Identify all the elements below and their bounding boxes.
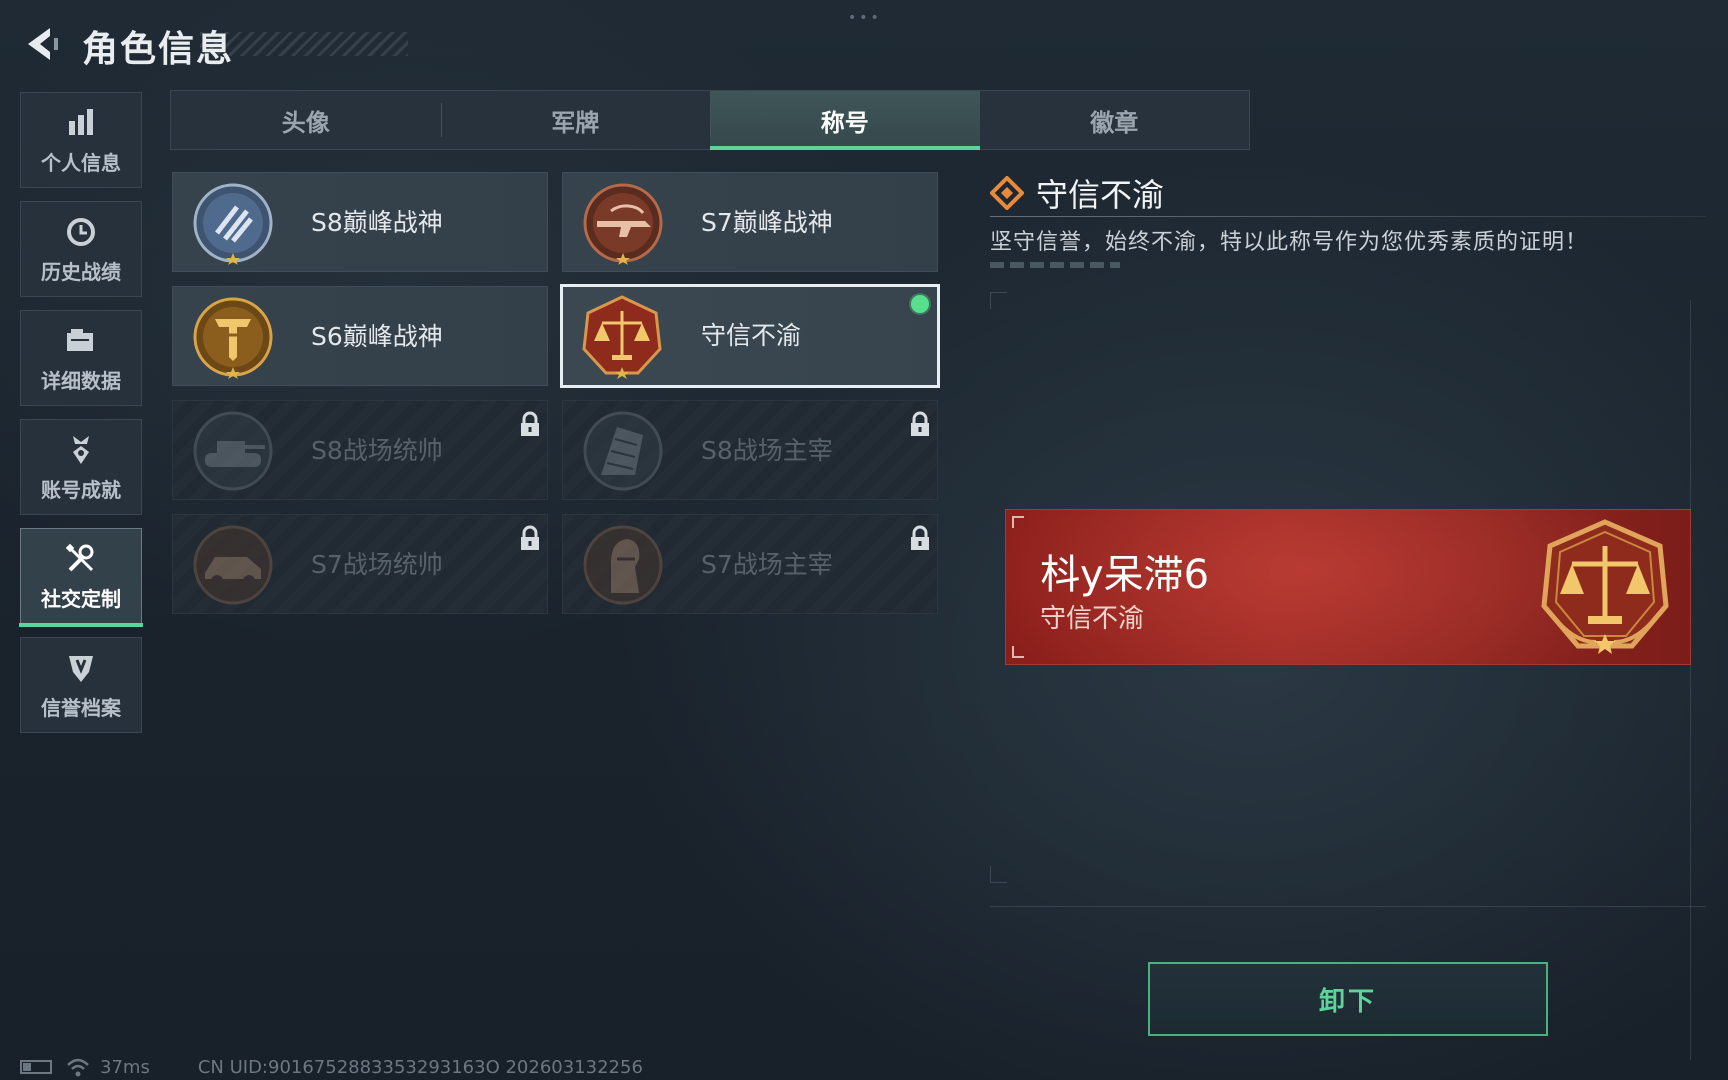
bar-chart-icon xyxy=(63,105,99,141)
title-banner-preview: 枓y呆滞6 守信不渝 xyxy=(1006,510,1690,664)
frame-corner xyxy=(990,292,1007,309)
side-nav-label: 个人信息 xyxy=(41,150,121,175)
scales-emblem-icon xyxy=(582,295,662,379)
banner-player-name: 枓y呆滞6 xyxy=(1040,552,1210,598)
side-nav: 个人信息 历史战绩 详细数据 账号成就 社交定制 信誉档案 xyxy=(19,92,144,746)
back-button[interactable] xyxy=(16,22,64,66)
title-name: S8巅峰战神 xyxy=(311,208,443,237)
lock-icon xyxy=(911,411,929,436)
unequip-button[interactable]: 卸下 xyxy=(1148,962,1548,1036)
decorative-bar xyxy=(990,262,1120,268)
divider xyxy=(990,906,1706,907)
title-card-s7-dominator[interactable]: S7战场主宰 xyxy=(562,514,938,614)
ping-value: 37ms xyxy=(100,1056,150,1078)
s8-peak-emblem-icon xyxy=(193,183,273,265)
tab-bar: 头像 军牌 称号 徽章 xyxy=(170,90,1250,150)
title-name: 守信不渝 xyxy=(701,321,802,350)
tab-badge[interactable]: 徽章 xyxy=(980,91,1250,149)
title-card-s7-commander[interactable]: S7战场统帅 xyxy=(172,514,548,614)
title-name: S7战场统帅 xyxy=(311,550,443,579)
uid-text: CN UID:9016752883353293163O 202603132256 xyxy=(197,1056,643,1078)
scales-emblem-icon xyxy=(1541,519,1669,654)
lock-icon xyxy=(911,525,929,550)
tab-title[interactable]: 称号 xyxy=(710,91,980,150)
side-nav-label: 历史战绩 xyxy=(41,259,121,284)
title-card-s7-peak[interactable]: S7巅峰战神 xyxy=(562,172,938,272)
side-nav-credit-record[interactable]: 信誉档案 xyxy=(20,637,142,733)
wrench-screwdriver-icon xyxy=(63,541,99,577)
status-footer: 37ms CN UID:9016752883353293163O 2026031… xyxy=(20,1056,643,1078)
title-card-s8-dominator[interactable]: S8战场主宰 xyxy=(562,400,938,500)
page-title: 角色信息 xyxy=(82,29,235,70)
side-nav-label: 信誉档案 xyxy=(41,695,121,720)
title-name: S7巅峰战神 xyxy=(701,208,833,237)
title-name: S8战场主宰 xyxy=(701,436,833,465)
lock-icon xyxy=(521,525,539,550)
divider xyxy=(990,216,1706,217)
side-nav-label: 账号成就 xyxy=(41,477,121,502)
banner-corner xyxy=(1012,646,1024,658)
detail-description: 坚守信誉，始终不渝，特以此称号作为您优秀素质的证明！ xyxy=(990,230,1589,255)
title-name: S6巅峰战神 xyxy=(311,322,443,351)
divider xyxy=(1690,300,1691,1060)
tab-avatar[interactable]: 头像 xyxy=(171,91,441,149)
side-nav-match-history[interactable]: 历史战绩 xyxy=(20,201,142,297)
title-name: S7战场主宰 xyxy=(701,550,833,579)
folder-data-icon xyxy=(63,323,99,359)
s7-peak-emblem-icon xyxy=(583,183,663,265)
tank-emblem-icon xyxy=(193,411,273,491)
title-card-s6-peak[interactable]: S6巅峰战神 xyxy=(172,286,548,386)
banner-corner xyxy=(1012,516,1024,528)
frame-corner xyxy=(990,866,1007,883)
banner-title: 守信不渝 xyxy=(1040,604,1145,634)
side-nav-personal-info[interactable]: 个人信息 xyxy=(20,92,142,188)
detail-header: 守信不渝 xyxy=(990,170,1164,216)
detail-title-name: 守信不渝 xyxy=(1036,176,1165,214)
wifi-icon xyxy=(67,1058,89,1077)
title-card-s8-commander[interactable]: S8战场统帅 xyxy=(172,400,548,500)
side-nav-achievements[interactable]: 账号成就 xyxy=(20,419,142,515)
title-card-s8-peak[interactable]: S8巅峰战神 xyxy=(172,172,548,272)
side-nav-detailed-data[interactable]: 详细数据 xyxy=(20,310,142,406)
side-nav-label: 社交定制 xyxy=(41,586,121,611)
tab-dog-tag[interactable]: 军牌 xyxy=(440,91,711,149)
role-info-screen: 角色信息 ••• 个人信息 历史战绩 详细数据 账号成就 社交定制 信誉档案 头… xyxy=(0,0,1728,1080)
lock-icon xyxy=(521,411,539,436)
building-emblem-icon xyxy=(583,411,663,491)
credit-shield-icon xyxy=(63,650,99,686)
battery-icon xyxy=(20,1060,52,1074)
side-nav-social-custom[interactable]: 社交定制 xyxy=(19,528,143,627)
equipped-indicator xyxy=(911,295,929,313)
diamond-title-icon xyxy=(990,176,1024,210)
top-handle-dots: ••• xyxy=(848,10,882,26)
achievement-medal-icon xyxy=(63,432,99,468)
vehicle-emblem-icon xyxy=(193,525,273,605)
side-nav-label: 详细数据 xyxy=(41,368,121,393)
soldier-emblem-icon xyxy=(583,525,663,605)
title-name: S8战场统帅 xyxy=(311,436,443,465)
clock-history-icon xyxy=(63,214,99,250)
title-card-keep-faith[interactable]: 守信不渝 xyxy=(560,284,940,388)
back-arrow-icon xyxy=(28,28,58,60)
s6-peak-emblem-icon xyxy=(193,297,273,379)
